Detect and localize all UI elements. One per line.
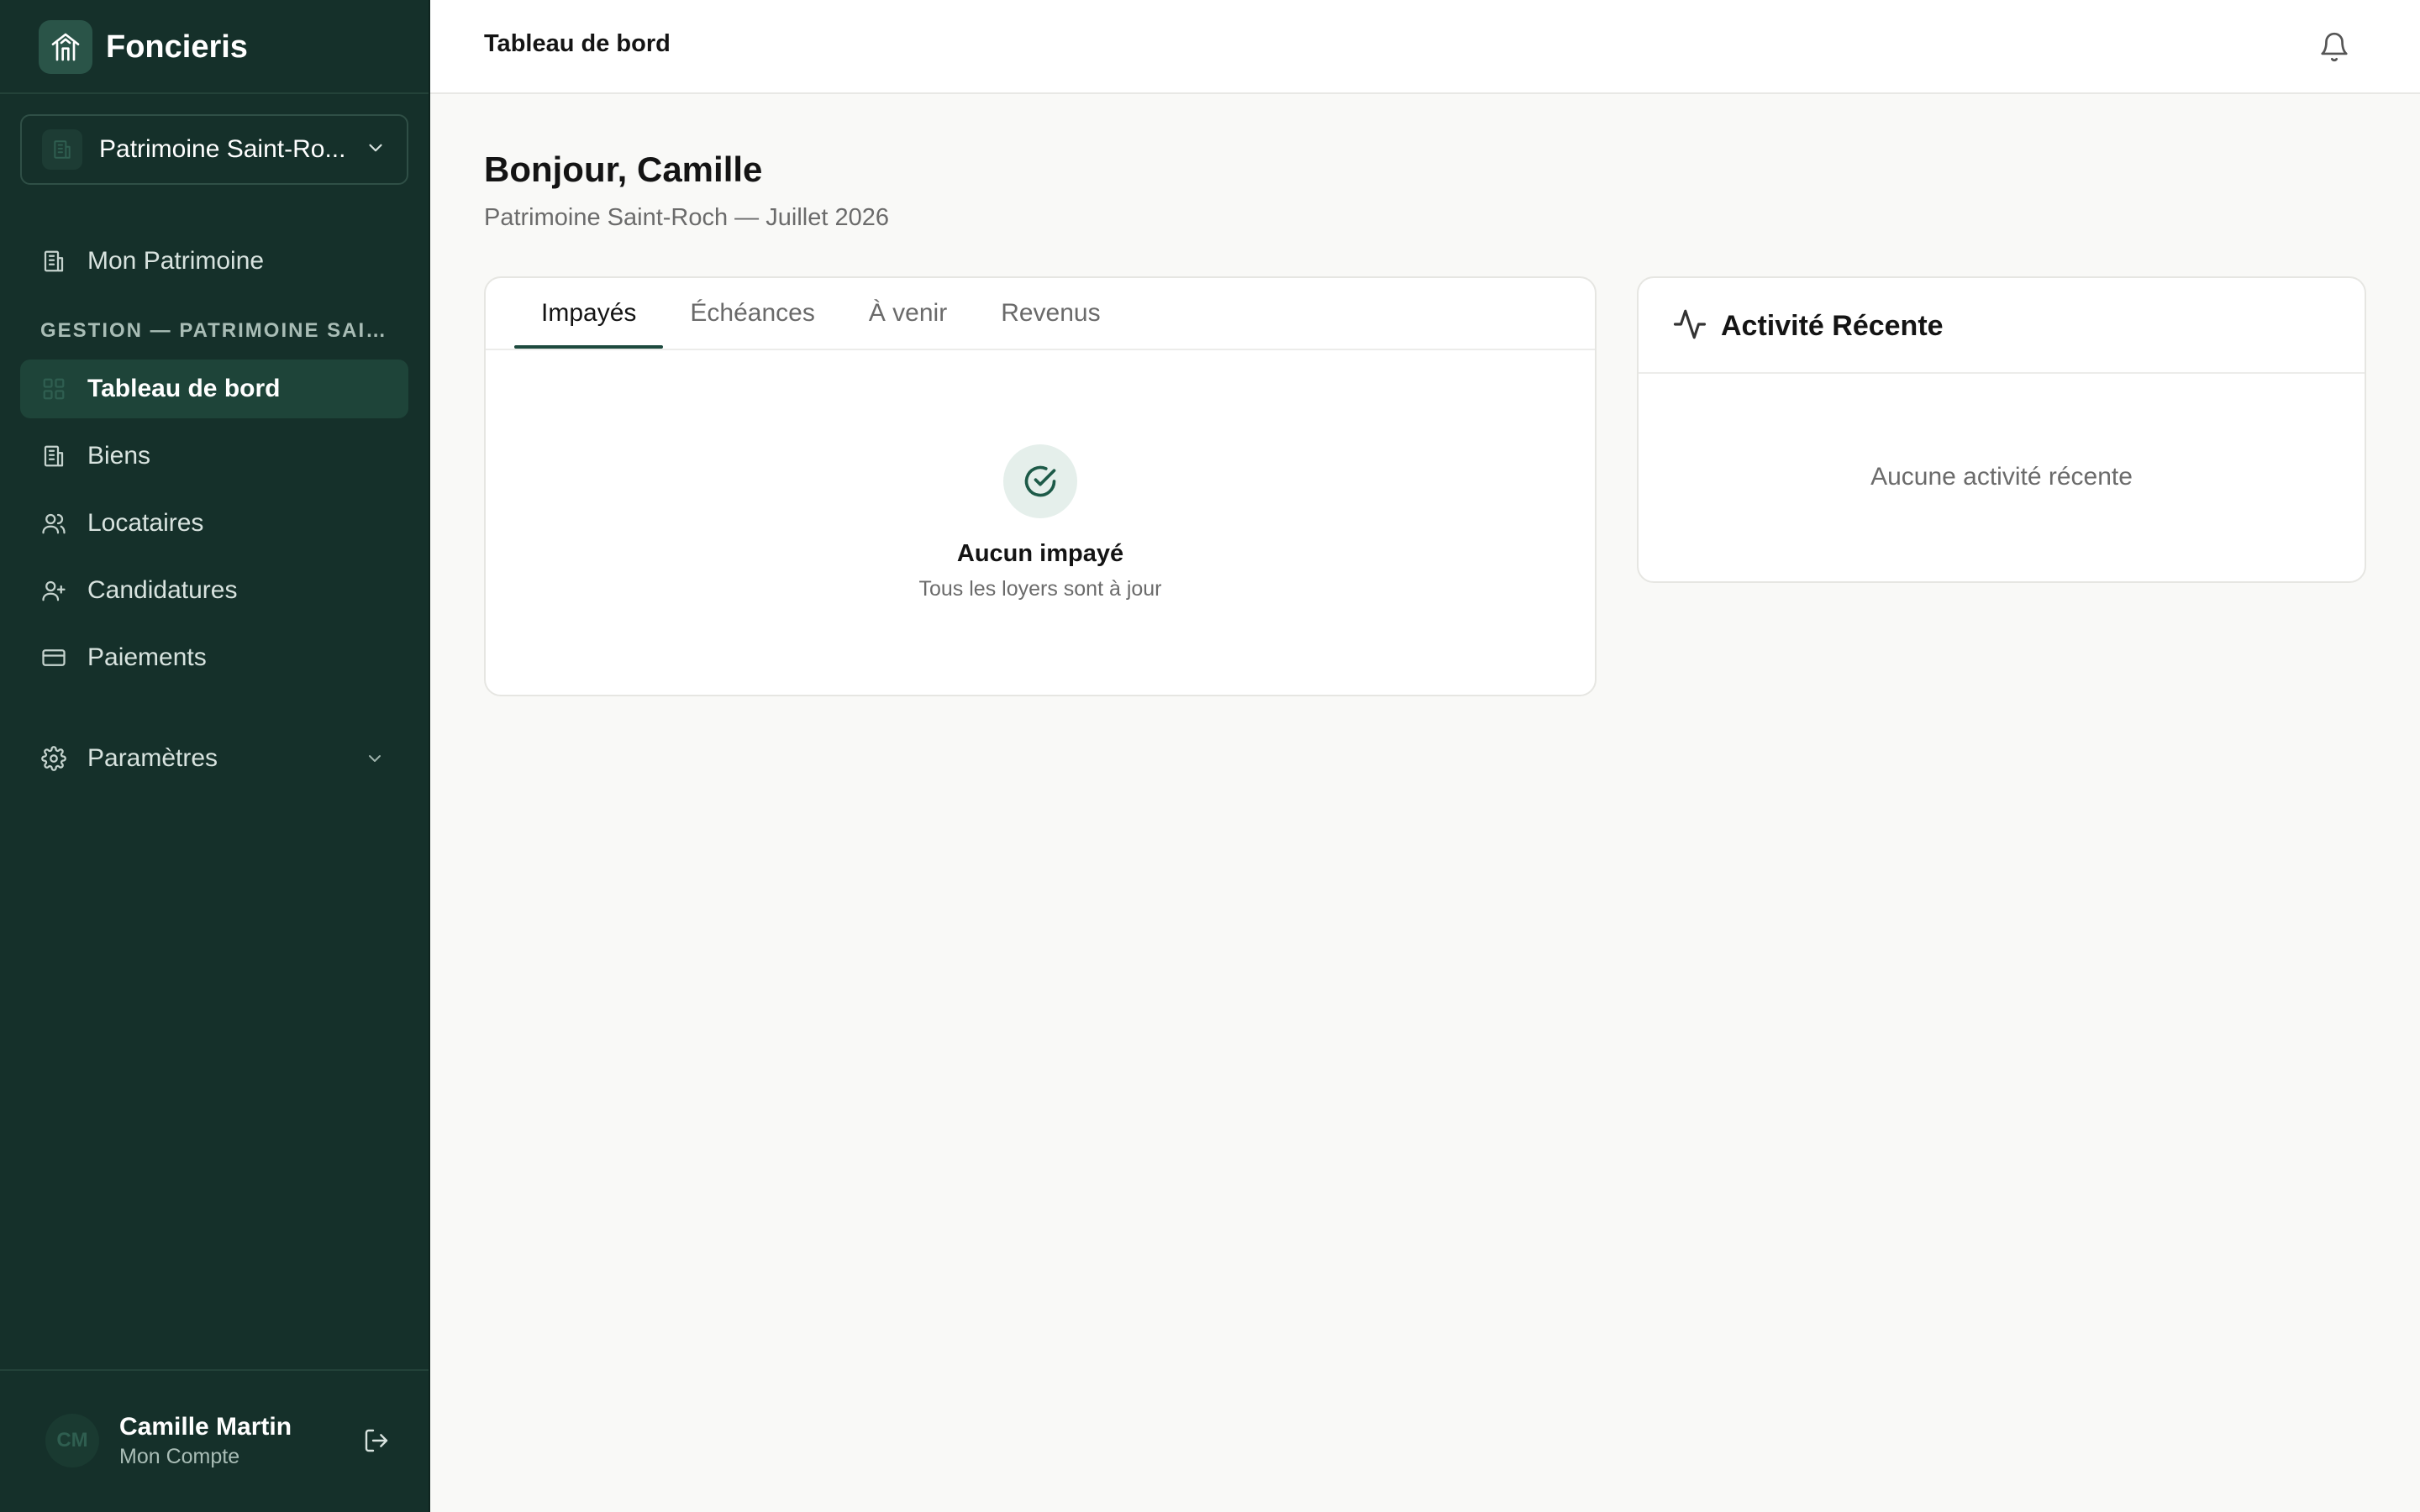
sidebar-item-label: Biens bbox=[87, 442, 151, 470]
user-account[interactable]: CM Camille Martin Mon Compte bbox=[45, 1411, 390, 1470]
divider bbox=[0, 92, 429, 94]
sidebar-item-label: Paiements bbox=[87, 643, 207, 671]
sidebar-item-candidatures[interactable]: Candidatures bbox=[20, 561, 408, 620]
activity-header: Activité Récente bbox=[1672, 307, 1944, 345]
chevron-down-icon bbox=[365, 748, 385, 769]
sidebar-item-mon-patrimoine[interactable]: Mon Patrimoine bbox=[20, 232, 408, 291]
activity-empty-text: Aucune activité récente bbox=[1870, 463, 2133, 491]
logout-icon[interactable] bbox=[363, 1427, 390, 1454]
bell-icon[interactable] bbox=[2316, 29, 2353, 66]
patrimoine-selector[interactable]: Patrimoine Saint-Ro... bbox=[20, 114, 408, 185]
empty-state-title: Aucun impayé bbox=[956, 540, 1124, 567]
gear-icon bbox=[40, 745, 67, 772]
tab-revenus[interactable]: Revenus bbox=[974, 278, 1127, 349]
page-title: Tableau de bord bbox=[484, 30, 671, 57]
user-plus-icon bbox=[40, 577, 67, 604]
sidebar-item-biens[interactable]: Biens bbox=[20, 427, 408, 486]
user-subtitle: Mon Compte bbox=[119, 1444, 240, 1468]
sidebar-item-label: Mon Patrimoine bbox=[87, 247, 265, 275]
user-name: Camille Martin bbox=[119, 1412, 292, 1441]
section-label: GESTION — PATRIMOINE SAIN... bbox=[40, 319, 393, 342]
building-icon bbox=[40, 443, 67, 470]
sidebar-item-parametres[interactable]: Paramètres bbox=[20, 729, 408, 788]
sidebar-item-label: Candidatures bbox=[87, 576, 238, 604]
sidebar-item-tableau-de-bord[interactable]: Tableau de bord bbox=[20, 360, 408, 418]
credit-card-icon bbox=[40, 644, 67, 671]
recent-activity-card: Activité Récente Aucune activité récente bbox=[1637, 276, 2366, 583]
building-house-icon bbox=[39, 20, 92, 74]
user-info: Camille Martin Mon Compte bbox=[119, 1413, 292, 1469]
sidebar-item-label: Paramètres bbox=[87, 744, 218, 772]
dashboard-icon bbox=[40, 375, 67, 402]
avatar: CM bbox=[45, 1414, 99, 1467]
brand[interactable]: Foncieris bbox=[39, 20, 248, 74]
sidebar-item-paiements[interactable]: Paiements bbox=[20, 628, 408, 687]
tab-bar: Impayés Échéances À venir Revenus bbox=[514, 278, 1128, 349]
divider bbox=[1639, 372, 2365, 374]
sidebar: Foncieris Patrimoine Saint-Ro... Mon Pat… bbox=[0, 0, 430, 1512]
brand-name: Foncieris bbox=[106, 29, 248, 65]
building-icon bbox=[40, 248, 67, 275]
tab-a-venir[interactable]: À venir bbox=[842, 278, 974, 349]
users-icon bbox=[40, 510, 67, 537]
activity-title: Activité Récente bbox=[1721, 309, 1944, 342]
page-subtitle: Patrimoine Saint-Roch — Juillet 2026 bbox=[484, 204, 889, 231]
tab-impayes[interactable]: Impayés bbox=[514, 278, 664, 349]
tab-echeances[interactable]: Échéances bbox=[663, 278, 841, 349]
sidebar-item-label: Locataires bbox=[87, 509, 204, 537]
empty-state-subtitle: Tous les loyers sont à jour bbox=[918, 577, 1162, 601]
patrimoine-selector-label: Patrimoine Saint-Ro... bbox=[99, 135, 346, 163]
top-bar: Tableau de bord bbox=[430, 0, 2420, 94]
greeting: Bonjour, Camille bbox=[484, 150, 763, 189]
check-circle-icon bbox=[1003, 444, 1077, 518]
divider bbox=[0, 1369, 429, 1371]
chevron-down-icon bbox=[365, 137, 387, 163]
payments-tabs-card: Impayés Échéances À venir Revenus Aucun … bbox=[484, 276, 1597, 696]
divider bbox=[486, 349, 1595, 350]
building-icon bbox=[42, 129, 82, 170]
sidebar-item-label: Tableau de bord bbox=[87, 375, 281, 402]
sidebar-item-locataires[interactable]: Locataires bbox=[20, 494, 408, 553]
activity-pulse-icon bbox=[1672, 307, 1707, 346]
